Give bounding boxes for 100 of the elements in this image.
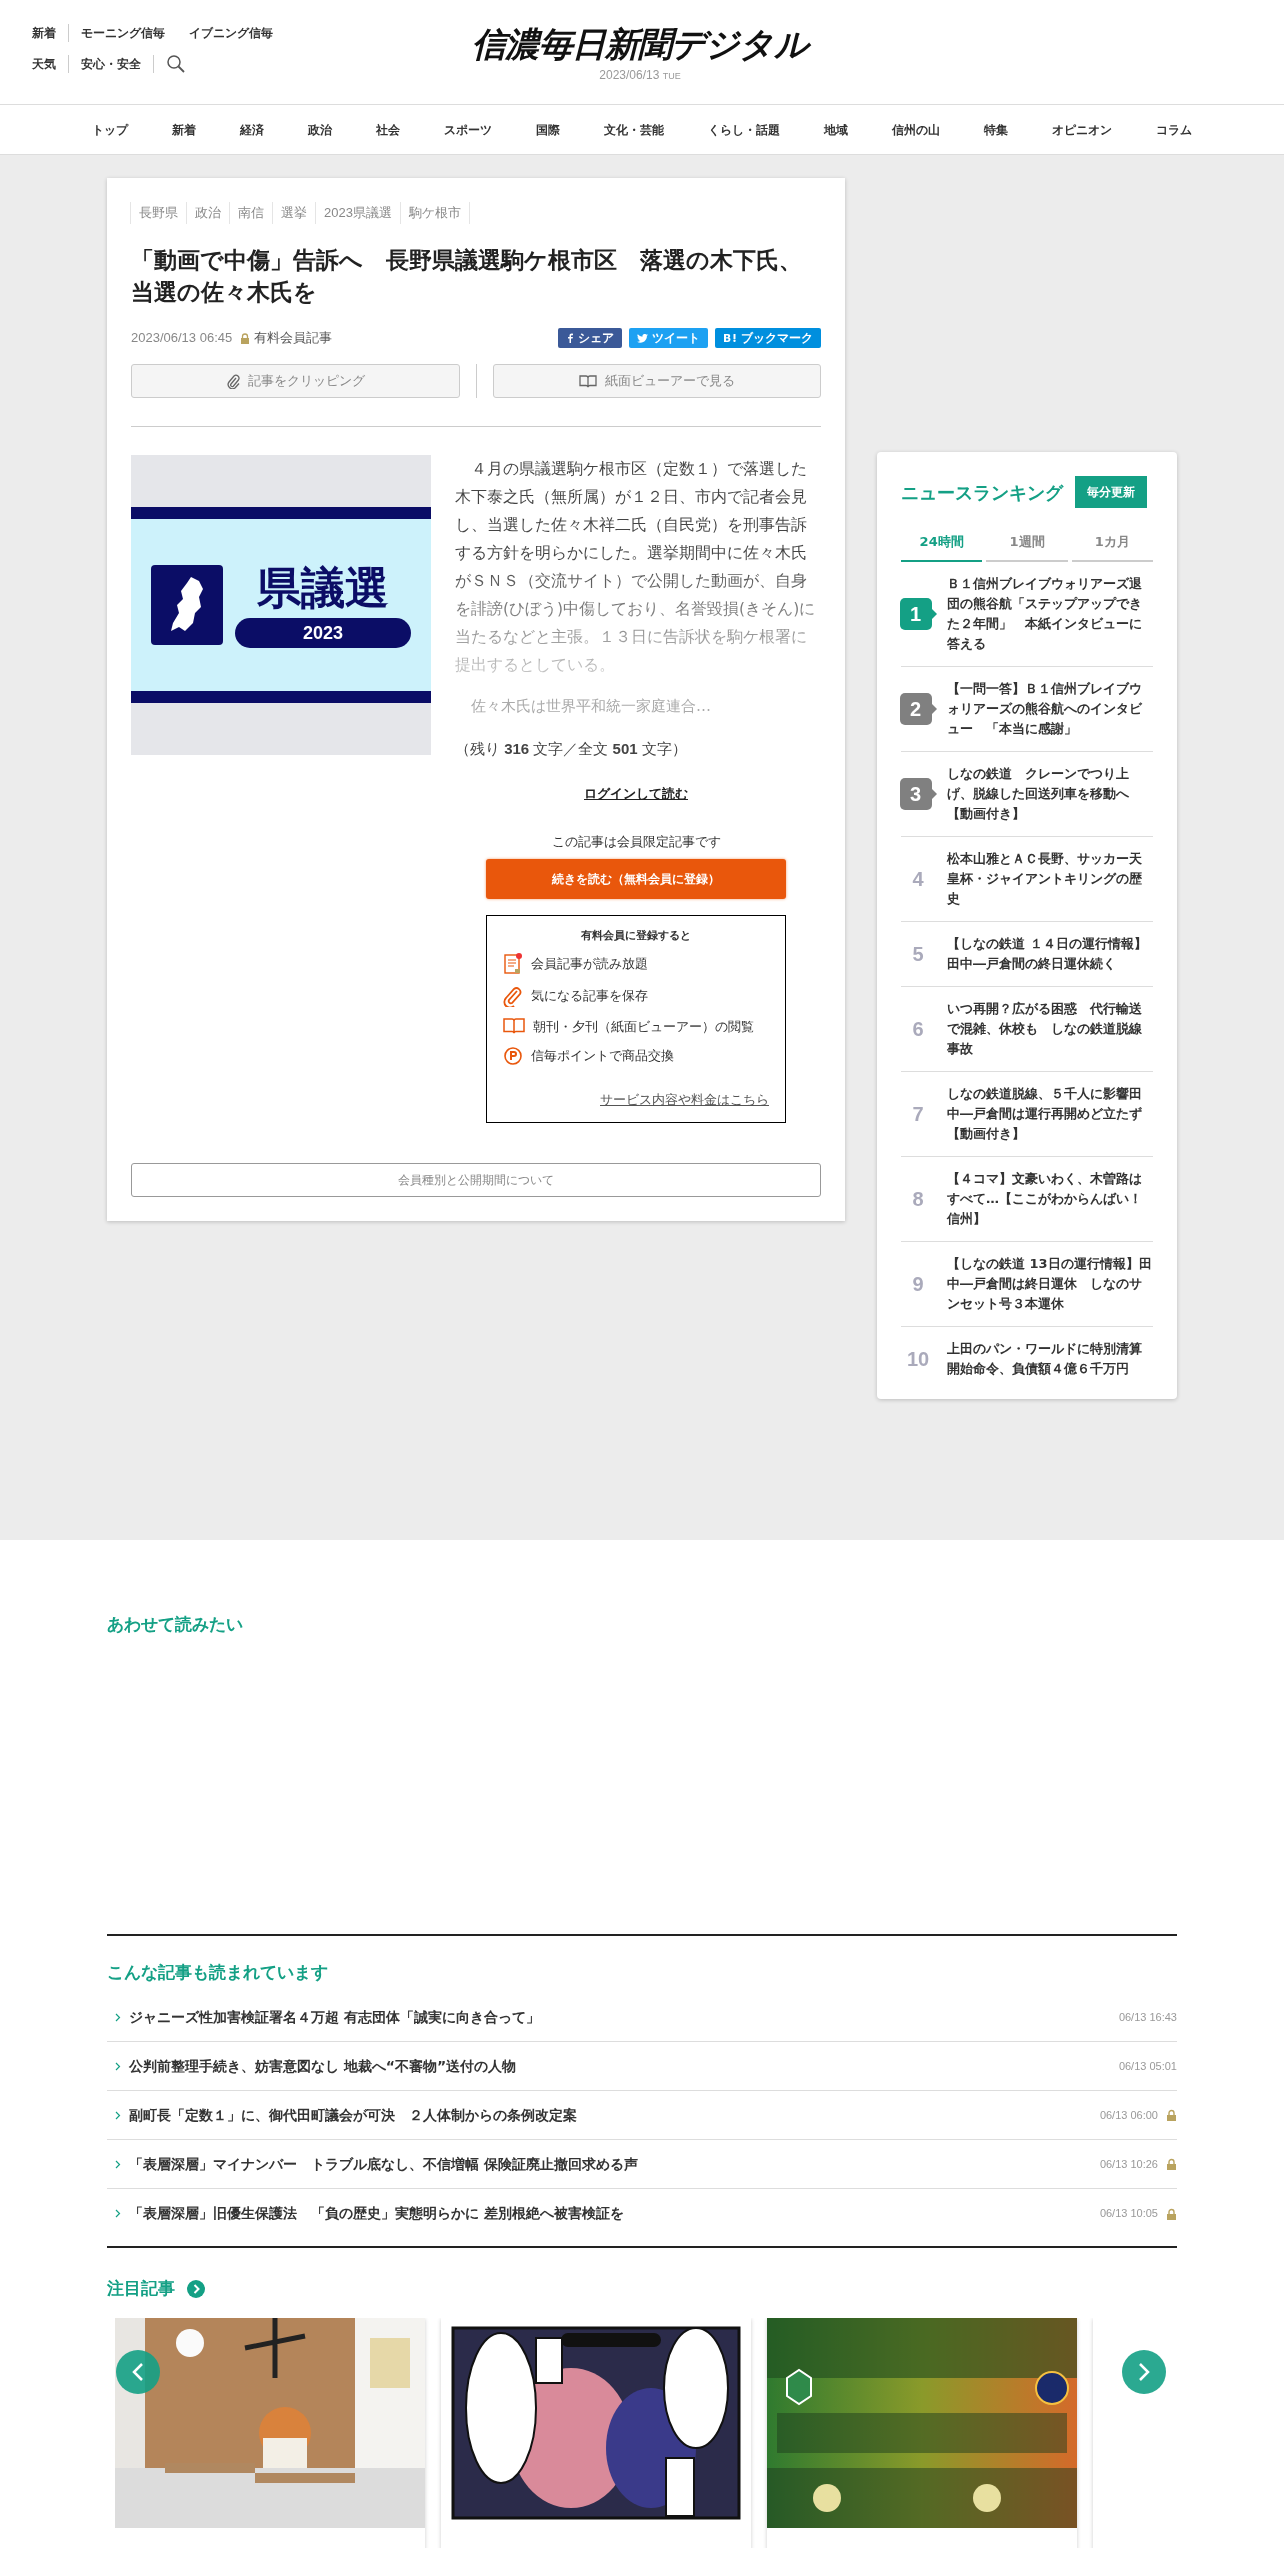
- remaining-count: （残り 316 文字／全文 501 文字）: [455, 738, 688, 759]
- ranking-item[interactable]: 9 【しなの鉄道 13日の運行情報】田中―戸倉間は終日運休 しなのサンセット号３本運休: [901, 1241, 1153, 1327]
- nav-link[interactable]: 国際: [514, 120, 582, 139]
- ranking-headline: 【一問一答】Ｂ１信州ブレイブウォリアーズの熊谷航へのインタビュー 「本当に感謝」: [947, 679, 1143, 738]
- tag-link[interactable]: 駒ケ根市: [399, 202, 470, 224]
- book-icon: [503, 1017, 525, 1036]
- chevron-icon: [115, 2061, 121, 2071]
- article-row[interactable]: 「表層深層」マイナンバー トラブル底なし、不信増幅 保険証廃止撤回求める声 06/13 10:26: [107, 2140, 1177, 2189]
- banner-title: 県議選: [257, 562, 389, 614]
- header-link[interactable]: 天気: [32, 55, 69, 73]
- nav-link[interactable]: 社会: [354, 120, 422, 139]
- nav-link[interactable]: 地域: [802, 120, 870, 139]
- ranking-item[interactable]: 1 Ｂ１信州ブレイブウォリアーズ退団の熊谷航「ステップアップできた２年間」 本紙インタビューに答える: [901, 561, 1153, 667]
- ranking-item[interactable]: 2 【一問一答】Ｂ１信州ブレイブウォリアーズの熊谷航へのインタビュー 「本当に感謝」: [901, 666, 1153, 752]
- article-row[interactable]: ジャニーズ性加害検証署名４万超 有志団体「誠実に向き合って」 06/13 16:43: [107, 1993, 1177, 2042]
- article-headline: 副町長「定数１」に、御代田町議会が可決 ２人体制からの条例改定案: [129, 2105, 578, 2125]
- lock-icon: [240, 332, 251, 344]
- share-button[interactable]: ブックマーク: [715, 328, 821, 348]
- ranking-headline: 【しなの鉄道 １４日の運行情報】田中―戸倉間の終日運休続く: [947, 934, 1148, 973]
- time-text: 06/13 06:00: [1099, 2107, 1158, 2123]
- section-title: 注目記事: [107, 2277, 175, 2300]
- chevron-right-icon: [1138, 2362, 1150, 2382]
- article-row[interactable]: 副町長「定数１」に、御代田町議会が可決 ２人体制からの条例改定案 06/13 06:00: [107, 2091, 1177, 2140]
- nav-link[interactable]: 信州の山: [870, 120, 962, 139]
- ranking-item[interactable]: 5 【しなの鉄道 １４日の運行情報】田中―戸倉間の終日運休続く: [901, 921, 1153, 987]
- search-icon[interactable]: [166, 54, 186, 74]
- chevron-icon: [115, 2110, 121, 2120]
- benefits-title: 有料会員に登録すると: [580, 928, 692, 944]
- ranking-item[interactable]: 10 上田のパン・ワールドに特別清算開始命令、負債額４億６千万円: [901, 1326, 1153, 1391]
- tag-link[interactable]: 長野県: [130, 202, 187, 224]
- book-icon: [578, 374, 597, 388]
- viewer-button[interactable]: 紙面ビューアーで見る: [492, 364, 821, 398]
- nav-link[interactable]: くらし・話題: [686, 120, 802, 139]
- nav-link[interactable]: トップ: [70, 120, 150, 139]
- header-link[interactable]: モーニング信毎: [69, 24, 177, 42]
- share-button[interactable]: シェア: [558, 328, 622, 348]
- letter-b-icon: [723, 333, 737, 343]
- letter-f-icon: [566, 333, 574, 343]
- nav-link[interactable]: 政治: [286, 120, 354, 139]
- coin-icon: [503, 1046, 523, 1066]
- chevron-left-icon: [132, 2362, 144, 2382]
- benefit-text: 気になる記事を保存: [531, 986, 648, 1005]
- member-note: この記事は会員限定記事です: [551, 832, 721, 851]
- article-headline: 公判前整理手続き、妨害意図なし 地裁へ“不審物”送付の人物: [129, 2056, 518, 2076]
- nav-link[interactable]: 文化・芸能: [582, 120, 686, 139]
- nav-link[interactable]: 特集: [962, 120, 1030, 139]
- header-link[interactable]: 安心・安全: [69, 55, 154, 73]
- time-text: 06/13 05:01: [1118, 2058, 1177, 2074]
- chevron-icon: [115, 2012, 121, 2022]
- login-link[interactable]: ログインして読む: [584, 784, 688, 804]
- article-headline: ジャニーズ性加害検証署名４万超 有志団体「誠実に向き合って」: [129, 2007, 541, 2027]
- nav-link[interactable]: スポーツ: [422, 120, 514, 139]
- article-row[interactable]: 公判前整理手続き、妨害意図なし 地裁へ“不審物”送付の人物 06/13 05:01: [107, 2042, 1177, 2091]
- section-title: あわせて読みたい: [107, 1613, 244, 1636]
- date-text: 2023/06/13 06:45: [131, 329, 233, 348]
- rank-number: 8: [912, 1186, 924, 1212]
- time-text: 06/13 10:05: [1099, 2206, 1158, 2222]
- read-more-button[interactable]: 続きを読む（無料会員に登録）: [486, 859, 786, 899]
- ranking-headline: しなの鉄道脱線、５千人に影響田中―戸倉間は運行再開めど立たず【動画付き】: [947, 1084, 1143, 1143]
- article-row[interactable]: 「表層深層」旧優生保護法 「負の歴史」実態明らかに 差別根絶へ被害検証を 06/13 10:05: [107, 2189, 1177, 2238]
- ranking-headline: いつ再開？広がる困惑 代行輸送で混雑、休校も しなの鉄道脱線事故: [947, 999, 1143, 1058]
- nav-link[interactable]: コラム: [1134, 120, 1214, 139]
- ranking-item[interactable]: 8 【４コマ】文豪いわく、木曽路はすべて…【ここがわからんばい！信州】: [901, 1156, 1153, 1242]
- tag-link[interactable]: 選挙: [272, 202, 316, 224]
- membership-button[interactable]: 会員種別と公開期間について: [131, 1162, 821, 1197]
- rank-number: 4: [912, 866, 924, 892]
- benefit-text: 会員記事が読み放題: [531, 954, 648, 973]
- tag-link[interactable]: 南信: [229, 202, 273, 224]
- header-link[interactable]: 新着: [32, 24, 69, 42]
- nav-link[interactable]: 経済: [218, 120, 286, 139]
- ranking-item[interactable]: 7 しなの鉄道脱線、５千人に影響田中―戸倉間は運行再開めど立たず【動画付き】: [901, 1071, 1153, 1157]
- header-link[interactable]: イブニング信毎: [177, 24, 285, 42]
- banner-year: 2023: [235, 618, 411, 648]
- paperclip-icon: [225, 373, 240, 389]
- ranking-tab[interactable]: 1カ月: [1071, 532, 1153, 562]
- ranking-headline: しなの鉄道 クレーンでつり上げ、脱線した回送列車を移動へ【動画付き】: [947, 764, 1130, 823]
- article-headline: 「表層深層」マイナンバー トラブル底なし、不信増幅 保険証廃止撤回求める声: [129, 2154, 639, 2174]
- bird-icon: [637, 333, 648, 343]
- article-title: 「動画で中傷」告訴へ 長野県議選駒ケ根市区 落選の木下氏、当選の佐々木氏を: [131, 246, 803, 307]
- rank-number: 9: [912, 1271, 924, 1297]
- ranking-headline: Ｂ１信州ブレイブウォリアーズ退団の熊谷航「ステップアップできた２年間」 本紙インタビューに答える: [947, 574, 1143, 653]
- rank-number: 6: [912, 1016, 924, 1042]
- ranking-item[interactable]: 3 しなの鉄道 クレーンでつり上げ、脱線した回送列車を移動へ【動画付き】: [901, 751, 1153, 837]
- section-title: こんな記事も読まれています: [107, 1960, 329, 1984]
- member-label: 有料会員記事: [254, 329, 333, 348]
- ranking-item[interactable]: 4 松本山雅とＡＣ長野、サッカー天皇杯・ジャイアントキリングの歴史: [901, 836, 1153, 922]
- ranking-headline: 【４コマ】文豪いわく、木曽路はすべて…【ここがわからんばい！信州】: [947, 1169, 1143, 1228]
- benefit-text: 信毎ポイントで商品交換: [531, 1047, 674, 1066]
- tag-link[interactable]: 2023県議選: [315, 202, 401, 224]
- tag-link[interactable]: 政治: [186, 202, 230, 224]
- service-link[interactable]: サービス内容や料金はこちら: [600, 1090, 769, 1110]
- time-text: 06/13 10:26: [1099, 2156, 1158, 2172]
- date-text: 2023/06/13 TUE: [599, 67, 681, 84]
- article-headline: 「表層深層」旧優生保護法 「負の歴史」実態明らかに 差別根絶へ被害検証を: [129, 2204, 625, 2223]
- rank-number: 10: [906, 1346, 930, 1372]
- ranking-tab[interactable]: 1週間: [986, 532, 1068, 562]
- article-teaser: 佐々木氏は世界平和統一家庭連合…: [470, 696, 712, 717]
- ranking-item[interactable]: 6 いつ再開？広がる困惑 代行輸送で混雑、休校も しなの鉄道脱線事故: [901, 986, 1153, 1072]
- nav-link[interactable]: オピニオン: [1030, 120, 1134, 139]
- nav-link[interactable]: 新着: [150, 120, 218, 139]
